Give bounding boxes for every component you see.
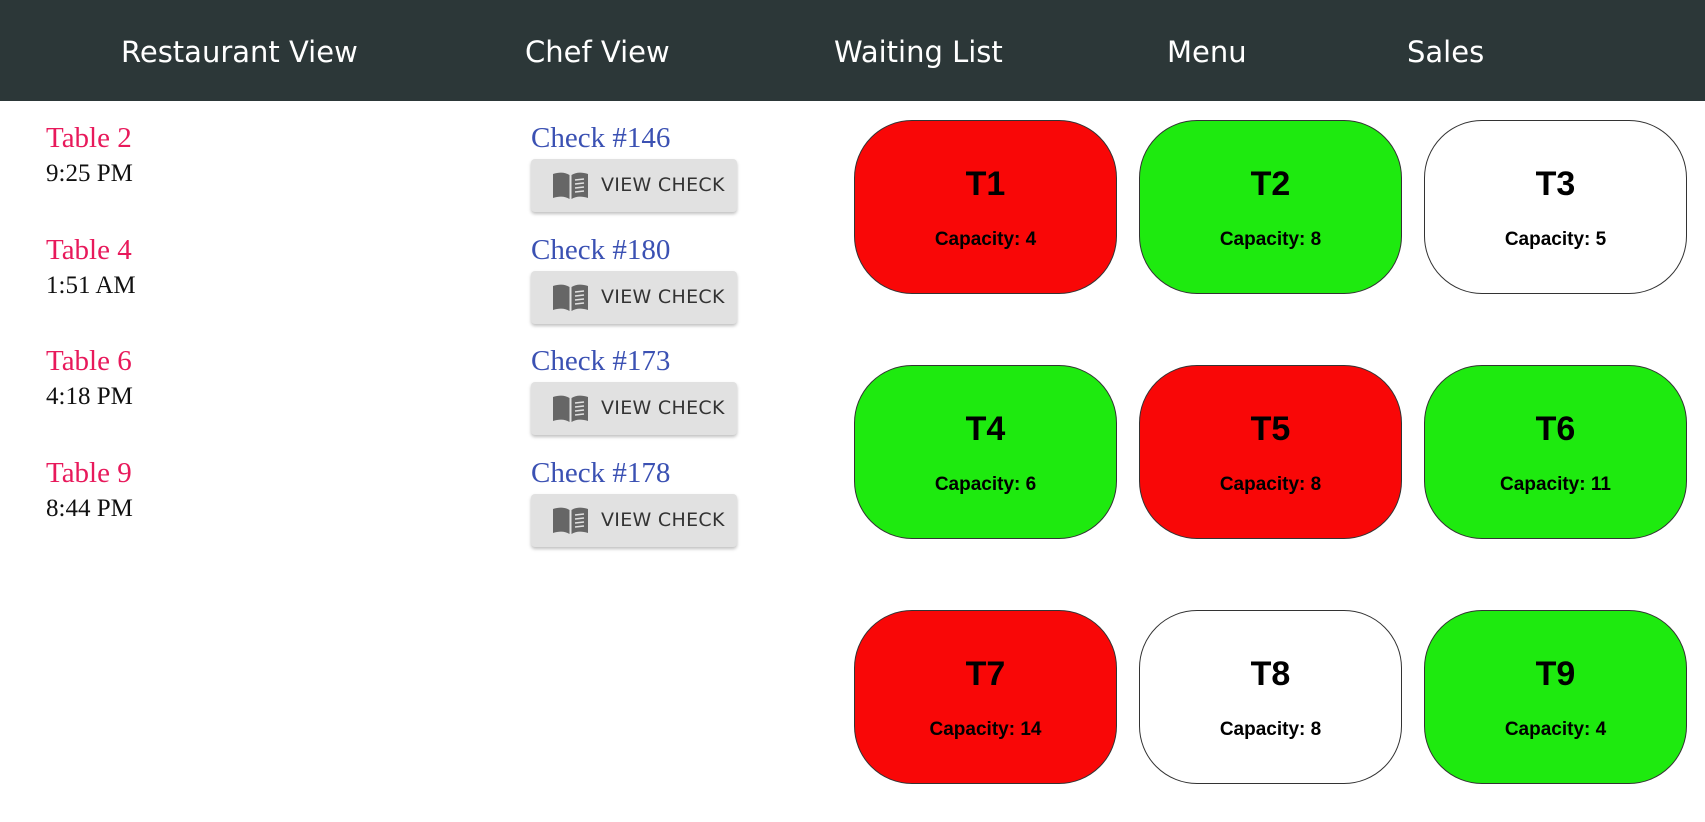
- table-card-title: T9: [1535, 655, 1576, 693]
- table-name: Table 6: [46, 345, 132, 377]
- nav-menu[interactable]: Menu: [1167, 0, 1247, 101]
- table-card-t7[interactable]: T7 Capacity: 14: [854, 610, 1117, 784]
- seated-time: 1:51 AM: [46, 272, 136, 299]
- check-number: Check #180: [531, 234, 671, 266]
- table-card-t1[interactable]: T1 Capacity: 4: [854, 120, 1117, 294]
- table-card-title: T6: [1535, 410, 1576, 448]
- view-check-label: VIEW CHECK: [601, 174, 725, 196]
- table-card-title: T4: [965, 410, 1006, 448]
- table-card-capacity: Capacity: 6: [934, 474, 1037, 495]
- view-check-label: VIEW CHECK: [601, 286, 725, 308]
- table-card-t6[interactable]: T6 Capacity: 11: [1424, 365, 1687, 539]
- book-icon: [553, 395, 588, 422]
- table-card-capacity: Capacity: 5: [1504, 229, 1607, 250]
- book-icon: [553, 284, 588, 311]
- table-card-capacity: Capacity: 8: [1219, 474, 1322, 495]
- nav-sales[interactable]: Sales: [1407, 0, 1484, 101]
- view-check-button[interactable]: VIEW CHECK: [531, 271, 737, 324]
- view-check-button[interactable]: VIEW CHECK: [531, 159, 737, 212]
- table-card-t9[interactable]: T9 Capacity: 4: [1424, 610, 1687, 784]
- table-card-t5[interactable]: T5 Capacity: 8: [1139, 365, 1402, 539]
- table-card-t3[interactable]: T3 Capacity: 5: [1424, 120, 1687, 294]
- table-name: Table 2: [46, 122, 132, 154]
- seated-time: 8:44 PM: [46, 495, 133, 522]
- table-card-capacity: Capacity: 8: [1219, 229, 1322, 250]
- view-check-label: VIEW CHECK: [601, 509, 725, 531]
- table-card-title: T7: [965, 655, 1006, 693]
- table-card-t4[interactable]: T4 Capacity: 6: [854, 365, 1117, 539]
- book-icon: [553, 507, 588, 534]
- check-number: Check #178: [531, 457, 671, 489]
- table-card-t8[interactable]: T8 Capacity: 8: [1139, 610, 1402, 784]
- table-name: Table 4: [46, 234, 132, 266]
- nav-waiting-list[interactable]: Waiting List: [834, 0, 1003, 101]
- table-card-capacity: Capacity: 11: [1500, 474, 1611, 495]
- view-check-button[interactable]: VIEW CHECK: [531, 494, 737, 547]
- table-card-capacity: Capacity: 4: [1504, 719, 1607, 740]
- table-card-title: T3: [1535, 165, 1576, 203]
- table-card-t2[interactable]: T2 Capacity: 8: [1139, 120, 1402, 294]
- nav-chef-view[interactable]: Chef View: [525, 0, 670, 101]
- table-name: Table 9: [46, 457, 132, 489]
- check-number: Check #146: [531, 122, 671, 154]
- table-card-capacity: Capacity: 8: [1219, 719, 1322, 740]
- nav-restaurant-view[interactable]: Restaurant View: [121, 0, 358, 101]
- table-card-capacity: Capacity: 14: [929, 719, 1042, 740]
- top-navbar: Restaurant View Chef View Waiting List M…: [0, 0, 1705, 101]
- book-icon: [553, 172, 588, 199]
- view-check-label: VIEW CHECK: [601, 397, 725, 419]
- seated-time: 4:18 PM: [46, 383, 133, 410]
- table-card-title: T1: [965, 165, 1006, 203]
- view-check-button[interactable]: VIEW CHECK: [531, 382, 737, 435]
- check-number: Check #173: [531, 345, 671, 377]
- seated-time: 9:25 PM: [46, 160, 133, 187]
- table-card-title: T8: [1250, 655, 1291, 693]
- table-card-title: T2: [1250, 165, 1291, 203]
- table-card-title: T5: [1250, 410, 1291, 448]
- table-card-capacity: Capacity: 4: [934, 229, 1037, 250]
